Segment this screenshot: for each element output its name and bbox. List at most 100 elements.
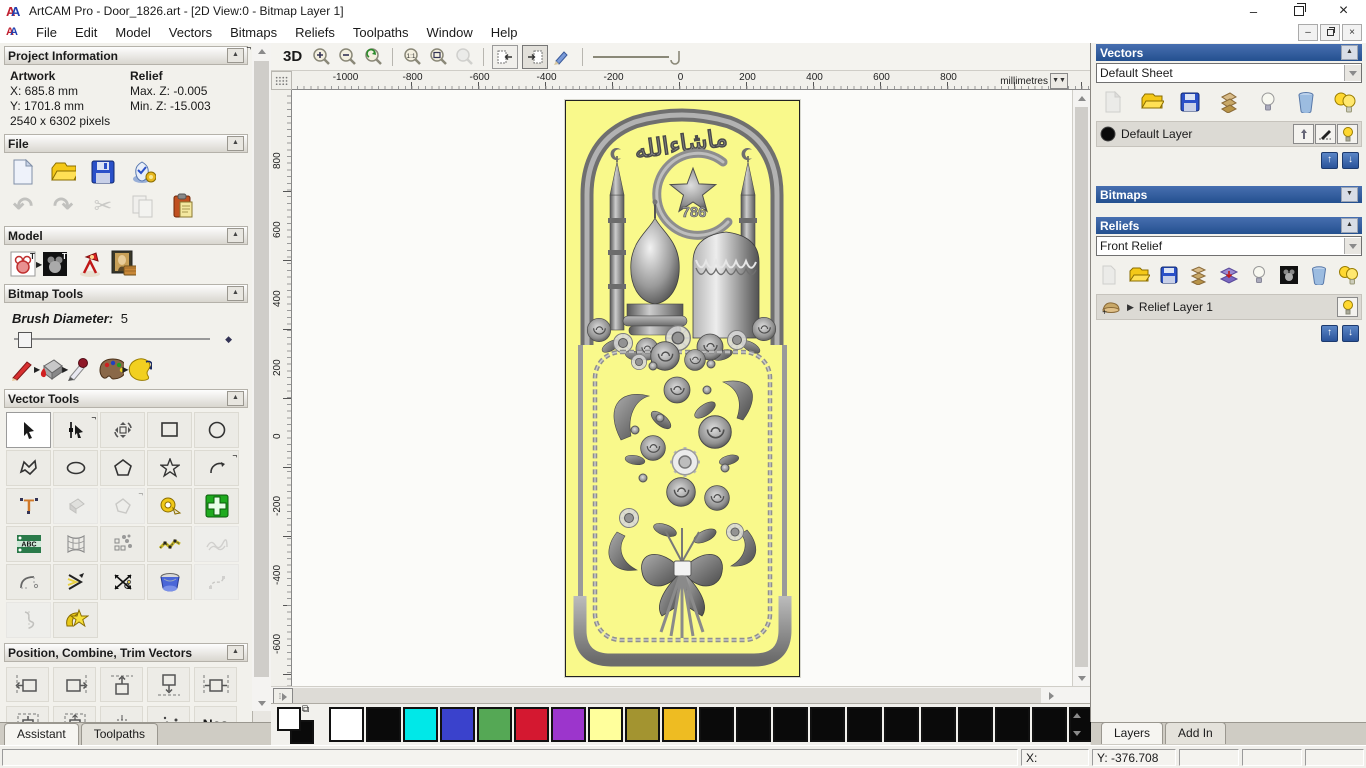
align-top-tool[interactable] (100, 667, 143, 702)
brush-diameter-slider[interactable]: ◆ (14, 332, 238, 348)
save-icon[interactable] (90, 159, 116, 185)
pour-vector-tool[interactable] (53, 488, 98, 524)
scroll-down-button[interactable] (253, 695, 270, 711)
tab-layers[interactable]: Layers (1101, 722, 1164, 744)
create-star-tool[interactable] (147, 450, 192, 486)
palette-swatch[interactable] (847, 707, 882, 742)
menu-item[interactable]: Window (418, 23, 482, 42)
open-file-icon[interactable] (50, 159, 76, 185)
palette-swatch[interactable] (810, 707, 845, 742)
new-relief-layer-icon[interactable] (1097, 263, 1121, 287)
stack-relief-icon[interactable] (1217, 263, 1241, 287)
palette-swatch[interactable] (884, 707, 919, 742)
flood-fill-icon[interactable] (38, 356, 64, 382)
create-arc-tool[interactable]: ¬ (194, 450, 239, 486)
tab-toolpaths[interactable]: Toolpaths (80, 723, 159, 745)
create-ellipse-tool[interactable] (53, 450, 98, 486)
doc-minimize-button[interactable]: – (1298, 24, 1318, 41)
wrap-vectors-tool[interactable] (53, 602, 98, 638)
select-vectors-tool[interactable] (6, 412, 51, 448)
primary-secondary-colour-selector[interactable]: ⧉ (277, 704, 321, 744)
relief-layer-name[interactable]: Relief Layer 1 (1139, 300, 1213, 314)
palette-swatch[interactable] (625, 707, 660, 742)
fillet-tool[interactable] (6, 564, 51, 600)
canvas-vertical-scrollbar[interactable] (1072, 90, 1090, 686)
merge-layer-button[interactable] (1293, 124, 1314, 144)
menu-item[interactable]: Bitmaps (221, 23, 286, 42)
canvas-viewport[interactable]: ماشاءالله 786 (292, 90, 1073, 686)
zoom-1to1-icon[interactable]: 1:1 (401, 46, 423, 68)
menu-item[interactable]: File (27, 23, 66, 42)
trim-vectors-tool[interactable] (100, 564, 145, 600)
snap-layer-button[interactable] (1315, 124, 1336, 144)
texture-flood-fill-icon[interactable] (126, 356, 153, 382)
tab-add-in[interactable]: Add In (1165, 722, 1226, 744)
toggle-bitmap-view-icon[interactable] (552, 46, 574, 68)
palette-icon[interactable] (98, 356, 125, 382)
layer-colour-swatch[interactable] (1100, 126, 1116, 142)
palette-swatch[interactable] (588, 707, 623, 742)
palette-swatch[interactable] (736, 707, 771, 742)
delete-relief-layer-icon[interactable] (1307, 263, 1331, 287)
menu-item[interactable]: Toolpaths (344, 23, 418, 42)
move-relief-down-button[interactable]: ↓ (1342, 325, 1359, 342)
collapse-button[interactable]: ▲ (227, 391, 244, 406)
save-relief-layer-icon[interactable] (1157, 263, 1181, 287)
center-in-page-2-tool[interactable] (53, 706, 96, 722)
lighting-icon[interactable] (76, 251, 102, 277)
relief-visibility-button[interactable] (1337, 297, 1358, 317)
menu-item[interactable]: Reliefs (286, 23, 344, 42)
collapse-button[interactable]: ▲ (227, 48, 244, 63)
create-circle-tool[interactable] (194, 412, 239, 448)
copy-icon[interactable] (130, 193, 156, 219)
vector-sheet-dropdown[interactable]: Default Sheet (1096, 63, 1362, 83)
collapse-button[interactable]: ▲ (227, 136, 244, 151)
fit-curve-tool[interactable] (194, 564, 239, 600)
expand-button[interactable]: ▼ (1341, 187, 1358, 202)
slider-thumb[interactable] (18, 332, 32, 348)
node-editing-tool[interactable]: ¬ (53, 412, 98, 448)
medical-cross-tool[interactable] (194, 488, 239, 524)
palette-swatch[interactable] (995, 707, 1030, 742)
transform-vectors-tool[interactable] (100, 412, 145, 448)
menu-item[interactable]: Edit (66, 23, 106, 42)
align-right-tool[interactable] (53, 667, 96, 702)
menu-item[interactable]: Vectors (160, 23, 221, 42)
all-reliefs-visibility-icon[interactable] (1337, 263, 1361, 287)
scroll-right-button[interactable] (1043, 688, 1059, 703)
scrollbar-track[interactable] (293, 688, 1041, 703)
canvas-horizontal-scrollbar[interactable]: ⁞ (271, 686, 1090, 705)
create-rectangle-tool[interactable] (147, 412, 192, 448)
merge-vector-layers-icon[interactable] (1217, 90, 1241, 114)
new-vector-layer-icon[interactable] (1101, 90, 1125, 114)
bisector-tool[interactable] (53, 564, 98, 600)
scrollbar-thumb[interactable] (254, 61, 269, 677)
align-left-tool[interactable] (6, 667, 49, 702)
contrast-slider[interactable] (591, 46, 687, 68)
zoom-fit-icon[interactable] (427, 46, 449, 68)
palette-scroll-down-button[interactable] (1068, 725, 1086, 741)
doc-restore-button[interactable] (1320, 24, 1340, 41)
delete-layer-icon[interactable] (1294, 90, 1318, 114)
open-relief-layer-icon[interactable] (1127, 263, 1151, 287)
extrude-tool[interactable] (147, 564, 192, 600)
relief-layer-row[interactable]: + ▶ Relief Layer 1 (1096, 294, 1362, 320)
zoom-object-icon[interactable] (453, 46, 475, 68)
palette-swatch[interactable] (366, 707, 401, 742)
scroll-down-button[interactable] (1073, 670, 1090, 686)
toggle-layer-visibility-icon[interactable] (1256, 90, 1280, 114)
all-layers-visibility-icon[interactable] (1333, 90, 1357, 114)
door-artwork[interactable]: ماشاءالله 786 (565, 100, 800, 677)
layer-visibility-button[interactable] (1337, 124, 1358, 144)
palette-swatch[interactable] (329, 707, 364, 742)
nudge-tool[interactable] (147, 526, 192, 562)
merge-relief-layers-icon[interactable] (1187, 263, 1211, 287)
doc-close-button[interactable]: × (1342, 24, 1362, 41)
scatter-copies-tool[interactable] (147, 706, 190, 722)
model-wizard-icon[interactable] (130, 159, 156, 185)
section-tool[interactable] (6, 602, 51, 638)
colour-link-icon[interactable]: ⧉ (302, 704, 309, 715)
primary-colour-swatch[interactable] (277, 707, 301, 731)
center-in-page-tool[interactable] (6, 706, 49, 722)
move-layer-up-button[interactable]: ↑ (1321, 152, 1338, 169)
